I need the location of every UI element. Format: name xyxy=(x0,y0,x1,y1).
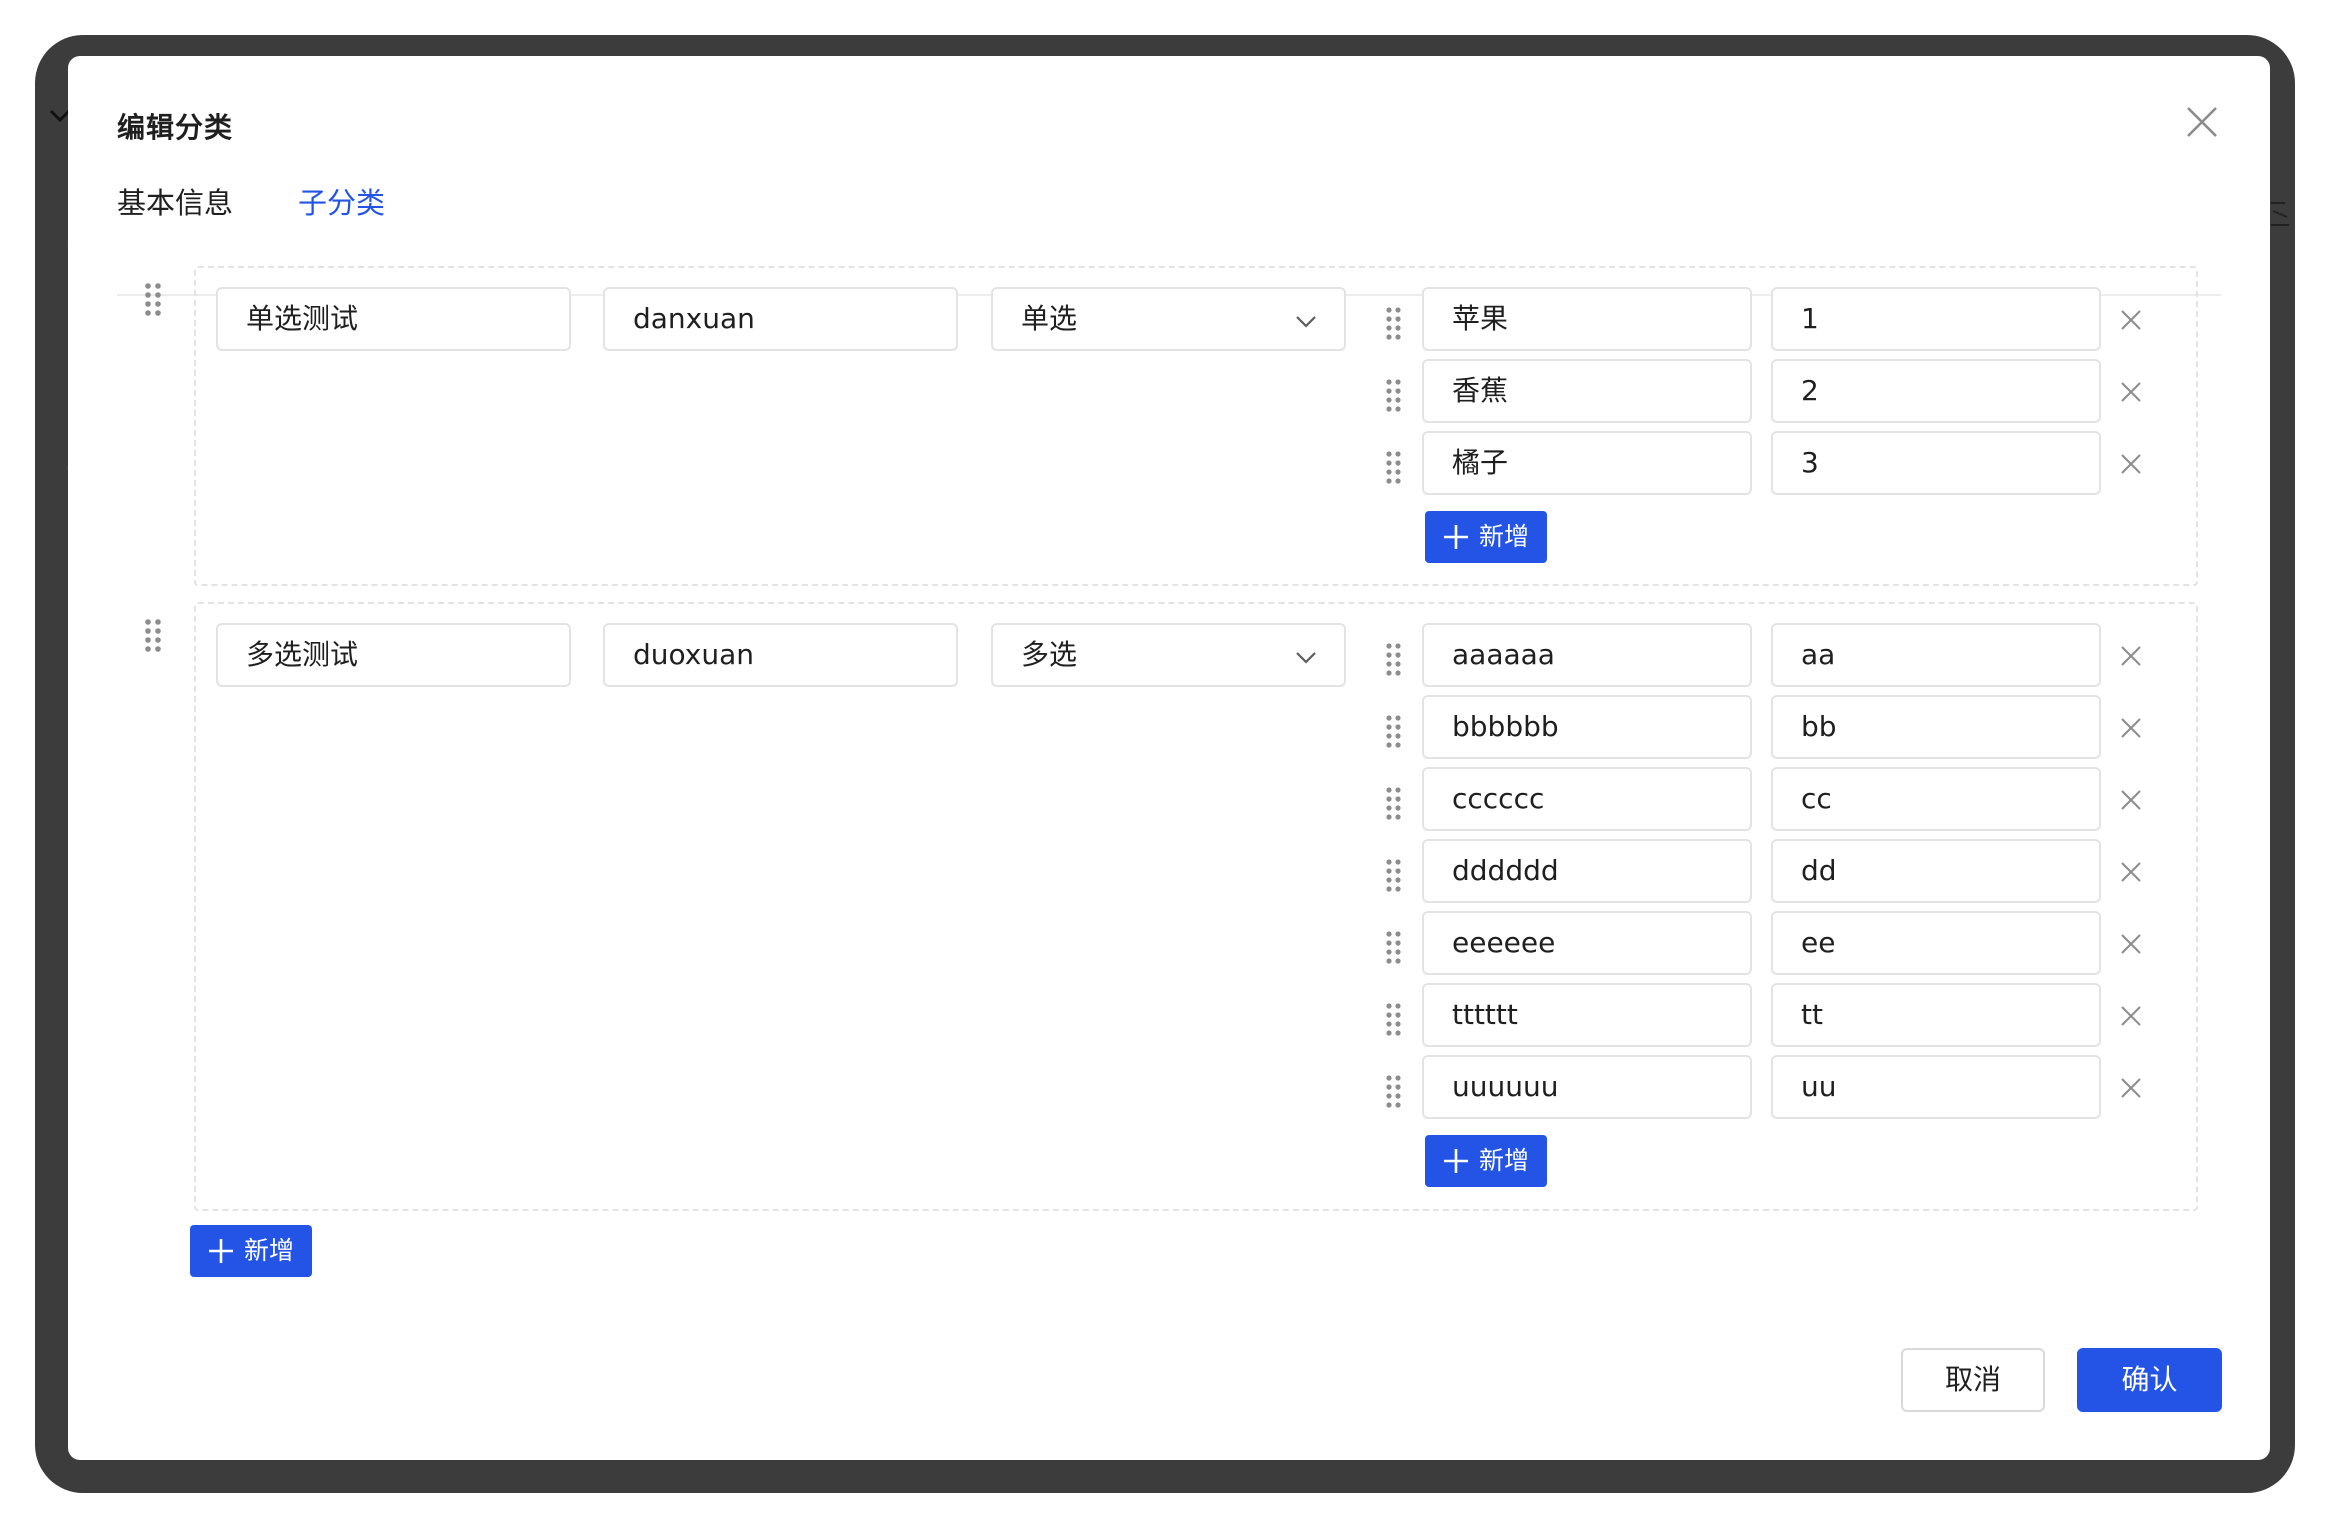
chevron-down-icon xyxy=(1296,652,1316,664)
drag-handle-icon[interactable] xyxy=(1385,306,1403,340)
group-code-input[interactable]: duoxuan xyxy=(603,623,958,687)
drag-handle-icon[interactable] xyxy=(1385,450,1403,484)
plus-icon xyxy=(1444,525,1468,549)
option-label-input[interactable]: 橘子 xyxy=(1422,431,1752,495)
remove-row-icon[interactable] xyxy=(2119,452,2143,476)
option-value-input[interactable]: tt xyxy=(1771,983,2101,1047)
edit-category-modal: 编辑分类 基本信息 子分类 单选测试 danxuan 单选 苹果 1 香蕉 2 xyxy=(68,56,2270,1460)
option-label-input[interactable]: 香蕉 xyxy=(1422,359,1752,423)
remove-row-icon[interactable] xyxy=(2119,380,2143,404)
drag-handle-icon[interactable] xyxy=(1385,378,1403,412)
drag-handle-icon[interactable] xyxy=(1385,786,1403,820)
drag-handle-icon[interactable] xyxy=(142,617,164,653)
select-value: 多选 xyxy=(1021,638,1078,671)
cancel-button[interactable]: 取消 xyxy=(1901,1348,2045,1412)
group-type-select[interactable]: 多选 xyxy=(991,623,1346,687)
drag-handle-icon[interactable] xyxy=(1385,714,1403,748)
option-value-input[interactable]: 2 xyxy=(1771,359,2101,423)
drag-handle-icon[interactable] xyxy=(1385,642,1403,676)
remove-row-icon[interactable] xyxy=(2119,788,2143,812)
option-label-input[interactable]: 苹果 xyxy=(1422,287,1752,351)
add-option-button[interactable]: 新增 xyxy=(1425,1135,1548,1187)
tab-label: 子分类 xyxy=(298,186,386,220)
drag-handle-icon[interactable] xyxy=(1385,1002,1403,1036)
subcategory-group xyxy=(194,602,2198,1211)
plus-icon xyxy=(209,1239,233,1263)
option-value-input[interactable]: uu xyxy=(1771,1055,2101,1119)
modal-title: 编辑分类 xyxy=(117,111,234,144)
remove-row-icon[interactable] xyxy=(2119,1076,2143,1100)
group-type-select[interactable]: 单选 xyxy=(991,287,1346,351)
confirm-button[interactable]: 确认 xyxy=(2077,1348,2222,1412)
remove-row-icon[interactable] xyxy=(2119,932,2143,956)
group-name-input[interactable]: 单选测试 xyxy=(216,287,571,351)
option-label-input[interactable]: cccccc xyxy=(1422,767,1752,831)
remove-row-icon[interactable] xyxy=(2119,308,2143,332)
option-value-input[interactable]: 3 xyxy=(1771,431,2101,495)
close-icon[interactable] xyxy=(2184,104,2220,140)
add-group-label: 新增 xyxy=(244,1236,295,1265)
option-label-input[interactable]: bbbbbb xyxy=(1422,695,1752,759)
option-label-input[interactable]: tttttt xyxy=(1422,983,1752,1047)
option-value-input[interactable]: aa xyxy=(1771,623,2101,687)
add-group-button[interactable]: 新增 xyxy=(190,1225,313,1277)
drag-handle-icon[interactable] xyxy=(1385,930,1403,964)
drag-handle-icon[interactable] xyxy=(1385,1074,1403,1108)
option-label-input[interactable]: eeeeee xyxy=(1422,911,1752,975)
group-name-input[interactable]: 多选测试 xyxy=(216,623,571,687)
option-label-input[interactable]: aaaaaa xyxy=(1422,623,1752,687)
drag-handle-icon[interactable] xyxy=(142,281,164,317)
drag-handle-icon[interactable] xyxy=(1385,858,1403,892)
option-label-input[interactable]: dddddd xyxy=(1422,839,1752,903)
group-code-input[interactable]: danxuan xyxy=(603,287,958,351)
option-value-input[interactable]: cc xyxy=(1771,767,2101,831)
remove-row-icon[interactable] xyxy=(2119,860,2143,884)
add-option-label: 新增 xyxy=(1479,522,1530,551)
select-value: 单选 xyxy=(1021,302,1078,335)
plus-icon xyxy=(1444,1149,1468,1173)
background-glyph-icon xyxy=(2271,202,2289,226)
remove-row-icon[interactable] xyxy=(2119,644,2143,668)
option-value-input[interactable]: ee xyxy=(1771,911,2101,975)
add-option-button[interactable]: 新增 xyxy=(1425,511,1548,563)
remove-row-icon[interactable] xyxy=(2119,1004,2143,1028)
option-value-input[interactable]: bb xyxy=(1771,695,2101,759)
option-label-input[interactable]: uuuuuu xyxy=(1422,1055,1752,1119)
remove-row-icon[interactable] xyxy=(2119,716,2143,740)
tab-label: 基本信息 xyxy=(117,186,234,220)
option-value-input[interactable]: dd xyxy=(1771,839,2101,903)
add-option-label: 新增 xyxy=(1479,1146,1530,1175)
chevron-down-icon xyxy=(1296,316,1316,328)
option-value-input[interactable]: 1 xyxy=(1771,287,2101,351)
